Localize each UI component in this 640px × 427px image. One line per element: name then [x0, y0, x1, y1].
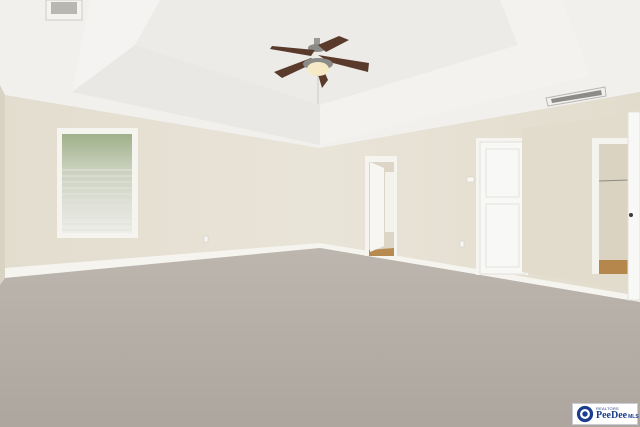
mls-watermark-text: REALTORS PeeDee MLS — [596, 407, 639, 421]
mls-watermark: REALTORS PeeDee MLS — [572, 403, 639, 425]
side-room-floor — [599, 260, 629, 274]
hallway-open-door — [370, 162, 384, 252]
left-edge-wall — [0, 85, 5, 285]
mls-logo-icon — [576, 405, 594, 423]
outlet — [459, 240, 465, 248]
outlet — [203, 235, 209, 243]
side-room-opening — [599, 144, 629, 262]
vent-icon — [45, 0, 83, 21]
thermostat — [466, 176, 475, 183]
hallway-far-door — [385, 172, 394, 232]
door-knob-icon — [629, 213, 633, 217]
open-door-right — [627, 111, 640, 301]
room-photo — [0, 0, 640, 427]
room-illustration — [0, 0, 640, 427]
mls-watermark-suffix: MLS — [628, 414, 639, 420]
closet-door — [479, 141, 526, 275]
mls-watermark-main: PeeDee — [596, 410, 628, 421]
